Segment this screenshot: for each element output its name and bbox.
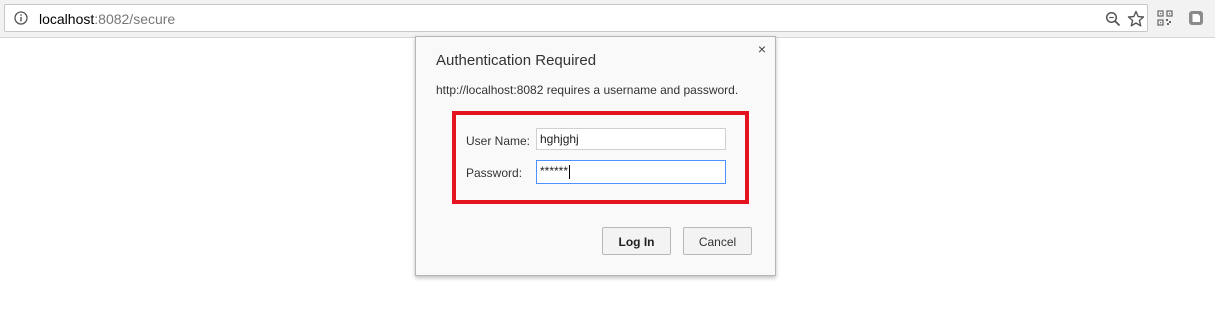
qr-code-icon[interactable]	[1157, 10, 1173, 26]
close-icon[interactable]: ×	[756, 42, 768, 56]
dialog-message: http://localhost:8082 requires a usernam…	[436, 83, 739, 97]
username-field[interactable]: hghjghj	[536, 128, 726, 150]
login-button[interactable]: Log In	[602, 227, 671, 255]
dialog-title: Authentication Required	[436, 52, 597, 69]
auth-dialog: Authentication Required × http://localho…	[415, 36, 776, 276]
highlight-annotation-box	[452, 111, 749, 204]
url-host: localhost	[39, 11, 95, 27]
password-label: Password:	[466, 166, 523, 180]
address-bar[interactable]: localhost:8082/secure	[4, 4, 1148, 32]
page-extension-icon[interactable]	[1188, 10, 1204, 26]
browser-toolbar: localhost:8082/secure	[0, 0, 1215, 38]
password-field[interactable]: ******	[536, 160, 726, 184]
url-path: :8082/secure	[94, 11, 176, 27]
username-label: User Name:	[466, 134, 531, 148]
address-url[interactable]: localhost:8082/secure	[39, 10, 175, 28]
password-value: ******	[540, 164, 569, 178]
username-value: hghjghj	[540, 132, 579, 146]
zoom-magnifier-icon[interactable]	[1105, 11, 1121, 27]
star-icon[interactable]	[1127, 10, 1145, 28]
text-caret	[569, 164, 571, 179]
cancel-button[interactable]: Cancel	[683, 227, 752, 255]
info-circle-icon[interactable]	[14, 11, 28, 25]
